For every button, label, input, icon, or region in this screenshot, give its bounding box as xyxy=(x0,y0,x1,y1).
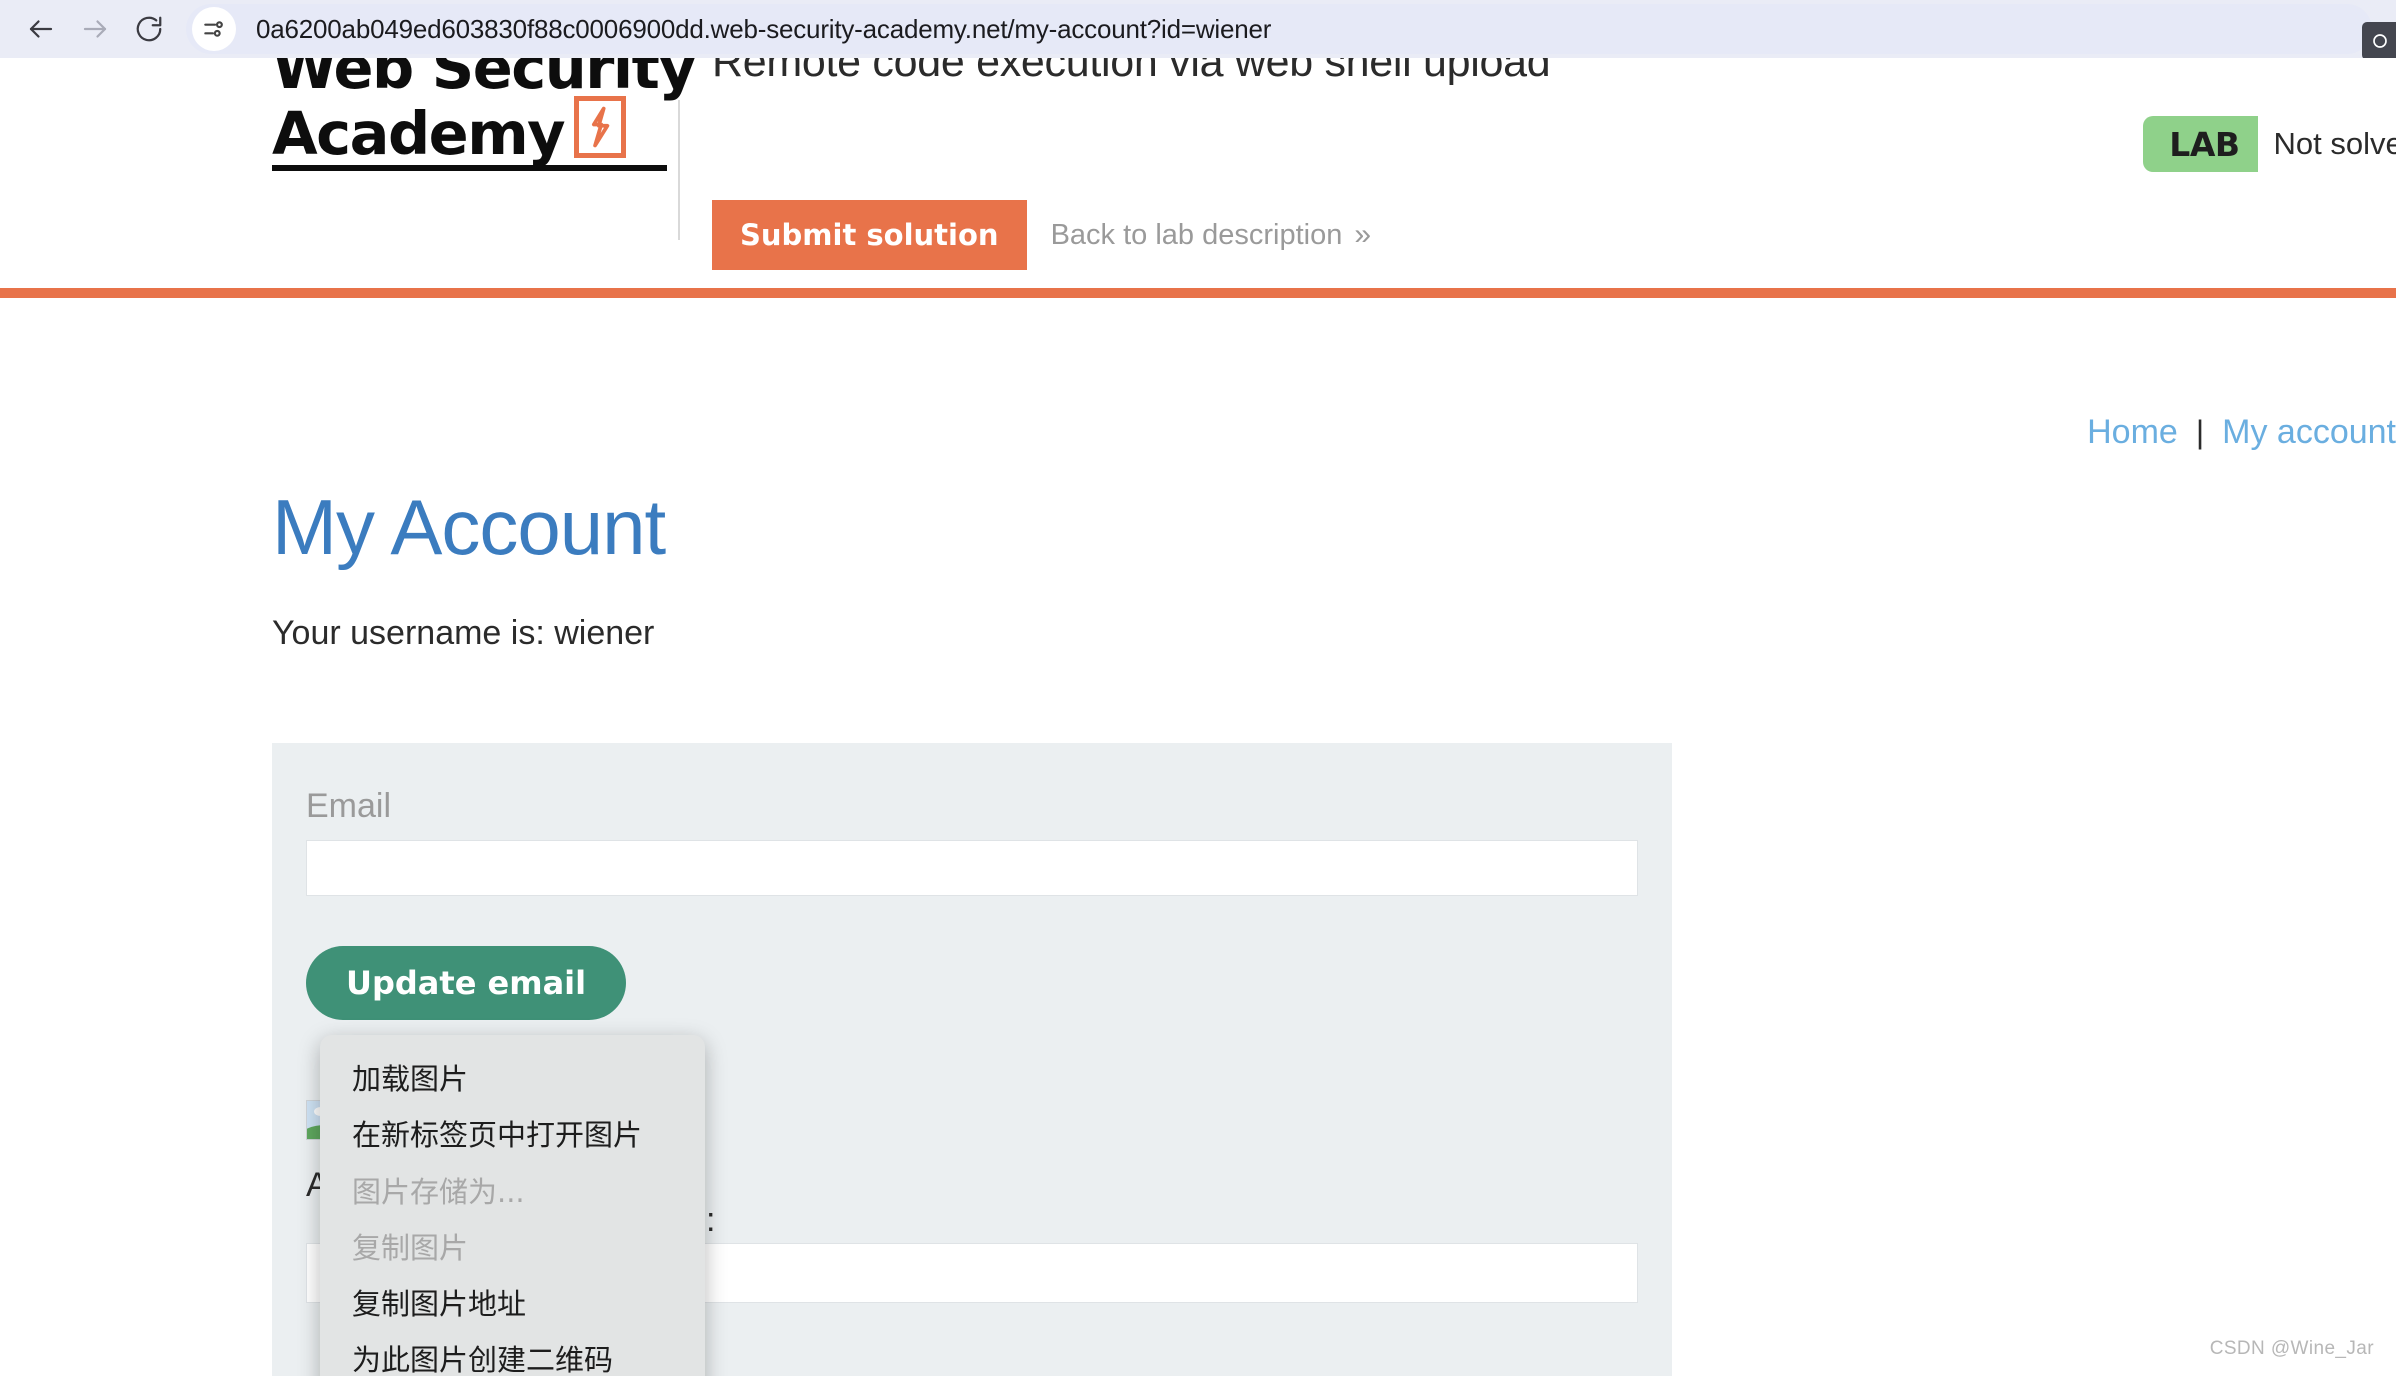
main-content: My Account Your username is: wiener xyxy=(272,488,1672,653)
context-menu-item-open-image-new-tab[interactable]: 在新标签页中打开图片 xyxy=(320,1107,705,1163)
update-email-button[interactable]: Update email xyxy=(306,946,627,1020)
submit-solution-button[interactable]: Submit solution xyxy=(712,200,1027,270)
lab-title: Remote code execution via web shell uplo… xyxy=(712,58,1551,86)
header-divider xyxy=(678,100,680,240)
breadcrumb-home-link[interactable]: Home xyxy=(2087,413,2178,452)
lab-tag-label: LAB xyxy=(2143,116,2258,172)
context-menu: 加载图片 在新标签页中打开图片 图片存储为... 复制图片 复制图片地址 为此图… xyxy=(320,1035,705,1376)
forward-button[interactable] xyxy=(68,2,122,56)
logo-line-2-row: Academy xyxy=(272,96,672,168)
back-button[interactable] xyxy=(14,2,68,56)
email-label: Email xyxy=(306,787,392,825)
reload-button[interactable] xyxy=(122,2,176,56)
upload-field-label: : xyxy=(706,1201,716,1239)
context-menu-item-copy-image-address[interactable]: 复制图片地址 xyxy=(320,1276,705,1332)
context-menu-item-save-image-as: 图片存储为... xyxy=(352,1174,525,1209)
logo-line-1: Web Security xyxy=(272,58,697,102)
lab-status-badge: LAB Not solved xyxy=(2143,116,2396,172)
url-text[interactable]: 0a6200ab049ed603830f88c0006900dd.web-sec… xyxy=(256,14,1271,45)
breadcrumb: Home | My account xyxy=(2087,413,2396,452)
context-menu-item-load-image[interactable]: 加载图片 xyxy=(320,1051,705,1107)
lab-state-label: Not solved xyxy=(2257,116,2396,172)
breadcrumb-my-account-link[interactable]: My account xyxy=(2222,413,2396,452)
address-bar[interactable]: 0a6200ab049ed603830f88c0006900dd.web-sec… xyxy=(186,4,2372,54)
extension-icon[interactable] xyxy=(2362,22,2396,60)
academy-header: Web Security Academy Remote code executi… xyxy=(0,58,2396,288)
username-line: Your username is: wiener xyxy=(272,614,655,652)
browser-toolbar: 0a6200ab049ed603830f88c0006900dd.web-sec… xyxy=(0,0,2396,60)
logo-line-2: Academy xyxy=(272,99,566,168)
lab-actions: Submit solution Back to lab description … xyxy=(712,200,1371,270)
watermark: CSDN @Wine_Jar xyxy=(2209,1338,2374,1359)
page-title: My Account xyxy=(272,483,666,571)
accent-divider xyxy=(0,288,2396,298)
double-chevron-right-icon: » xyxy=(1354,218,1372,251)
breadcrumb-separator: | xyxy=(2195,414,2205,450)
email-input[interactable] xyxy=(306,840,1638,896)
page-viewport: Web Security Academy Remote code executi… xyxy=(0,58,2396,1376)
back-to-lab-label: Back to lab description xyxy=(1050,218,1343,251)
lightning-bolt-icon xyxy=(574,96,627,159)
site-settings-icon[interactable] xyxy=(192,7,236,51)
back-to-lab-description-link[interactable]: Back to lab description » xyxy=(1051,218,1371,252)
site-logo[interactable]: Web Security Academy xyxy=(272,58,697,172)
context-menu-item-create-qr-code[interactable]: 为此图片创建二维码 xyxy=(320,1332,705,1376)
context-menu-item-copy-image: 复制图片 xyxy=(352,1230,469,1265)
